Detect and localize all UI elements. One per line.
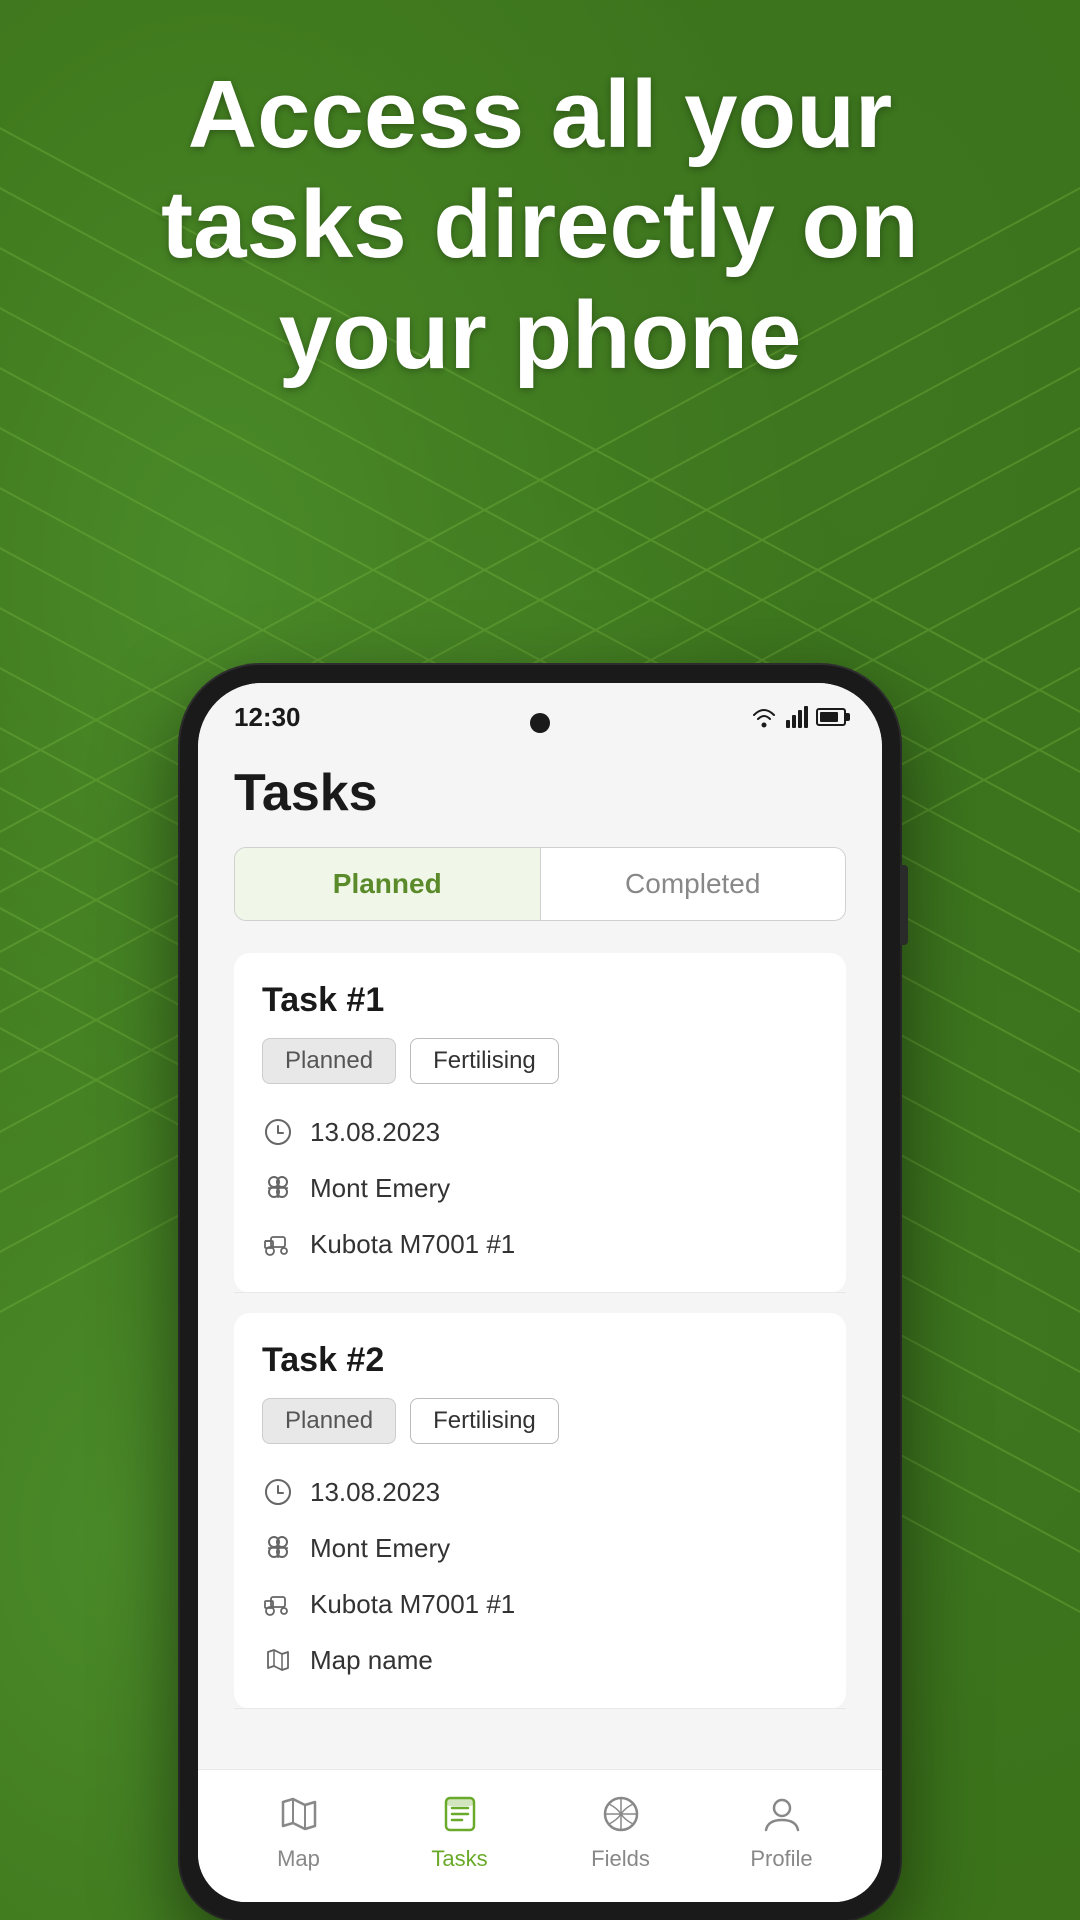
task-2-equipment: Kubota M7001 #1: [310, 1589, 515, 1620]
task-1-date-row: 13.08.2023: [262, 1104, 818, 1160]
task-2-map: Map name: [310, 1645, 433, 1676]
task-1-equipment-row: Kubota M7001 #1: [262, 1216, 818, 1272]
task-2-title: Task #2: [262, 1341, 818, 1380]
nav-label-profile: Profile: [750, 1846, 812, 1872]
map-icon: [262, 1644, 294, 1676]
wifi-icon: [750, 706, 778, 728]
task-1-header: Task #1 Planned Fertilising: [234, 981, 846, 1084]
profile-nav-icon: [758, 1790, 806, 1838]
task-1-location: Mont Emery: [310, 1173, 450, 1204]
app-content: Tasks Planned Completed Task #1 Pla: [198, 743, 882, 1709]
hero-title: Access all your tasks directly on your p…: [0, 60, 1080, 391]
clock-icon: [262, 1116, 294, 1148]
task-2-divider: [234, 1708, 846, 1709]
status-time: 12:30: [234, 702, 301, 733]
tractor-icon-2: [262, 1588, 294, 1620]
tasks-nav-icon: [436, 1790, 484, 1838]
task-card-1[interactable]: Task #1 Planned Fertilising: [234, 953, 846, 1293]
fields-nav-icon: [597, 1790, 645, 1838]
task-1-info: 13.08.2023: [234, 1104, 846, 1272]
task-1-tags: Planned Fertilising: [262, 1038, 818, 1084]
task-2-location-row: Mont Emery: [262, 1520, 818, 1576]
status-icons: [750, 706, 846, 728]
bottom-nav: Map Tasks: [198, 1769, 882, 1902]
task-2-location: Mont Emery: [310, 1533, 450, 1564]
map-nav-icon: [275, 1790, 323, 1838]
nav-item-map[interactable]: Map: [218, 1790, 379, 1872]
task-1-tag-type: Fertilising: [410, 1038, 559, 1084]
tab-completed[interactable]: Completed: [541, 848, 846, 920]
nav-label-map: Map: [277, 1846, 320, 1872]
task-1-equipment: Kubota M7001 #1: [310, 1229, 515, 1260]
task-2-tag-status: Planned: [262, 1398, 396, 1444]
phone-side-button: [900, 865, 908, 945]
nav-item-fields[interactable]: Fields: [540, 1790, 701, 1872]
task-2-tags: Planned Fertilising: [262, 1398, 818, 1444]
task-2-equipment-row: Kubota M7001 #1: [262, 1576, 818, 1632]
tab-planned[interactable]: Planned: [235, 848, 541, 920]
task-2-map-row: Map name: [262, 1632, 818, 1688]
clock-icon-2: [262, 1476, 294, 1508]
phone-screen: 12:30: [198, 683, 882, 1902]
task-1-date: 13.08.2023: [310, 1117, 440, 1148]
task-1-divider: [234, 1292, 846, 1293]
task-2-date: 13.08.2023: [310, 1477, 440, 1508]
nav-label-fields: Fields: [591, 1846, 650, 1872]
task-1-location-row: Mont Emery: [262, 1160, 818, 1216]
location-icon-2: [262, 1532, 294, 1564]
tractor-icon: [262, 1228, 294, 1260]
task-1-title: Task #1: [262, 981, 818, 1020]
nav-item-tasks[interactable]: Tasks: [379, 1790, 540, 1872]
content-spacer: [198, 1729, 882, 1769]
signal-icon: [786, 706, 808, 728]
location-icon: [262, 1172, 294, 1204]
task-2-tag-type: Fertilising: [410, 1398, 559, 1444]
hero-section: Access all your tasks directly on your p…: [0, 60, 1080, 391]
phone-mockup: 12:30: [180, 665, 900, 1920]
task-card-2[interactable]: Task #2 Planned Fertilising: [234, 1313, 846, 1709]
status-bar: 12:30: [198, 683, 882, 743]
task-1-tag-status: Planned: [262, 1038, 396, 1084]
tab-switcher[interactable]: Planned Completed: [234, 847, 846, 921]
phone-shell: 12:30: [180, 665, 900, 1920]
nav-label-tasks: Tasks: [431, 1846, 487, 1872]
task-2-info: 13.08.2023: [234, 1464, 846, 1688]
task-2-header: Task #2 Planned Fertilising: [234, 1341, 846, 1444]
camera-dot: [530, 713, 550, 733]
battery-icon: [816, 708, 846, 726]
page-title: Tasks: [234, 763, 846, 823]
nav-item-profile[interactable]: Profile: [701, 1790, 862, 1872]
task-2-date-row: 13.08.2023: [262, 1464, 818, 1520]
